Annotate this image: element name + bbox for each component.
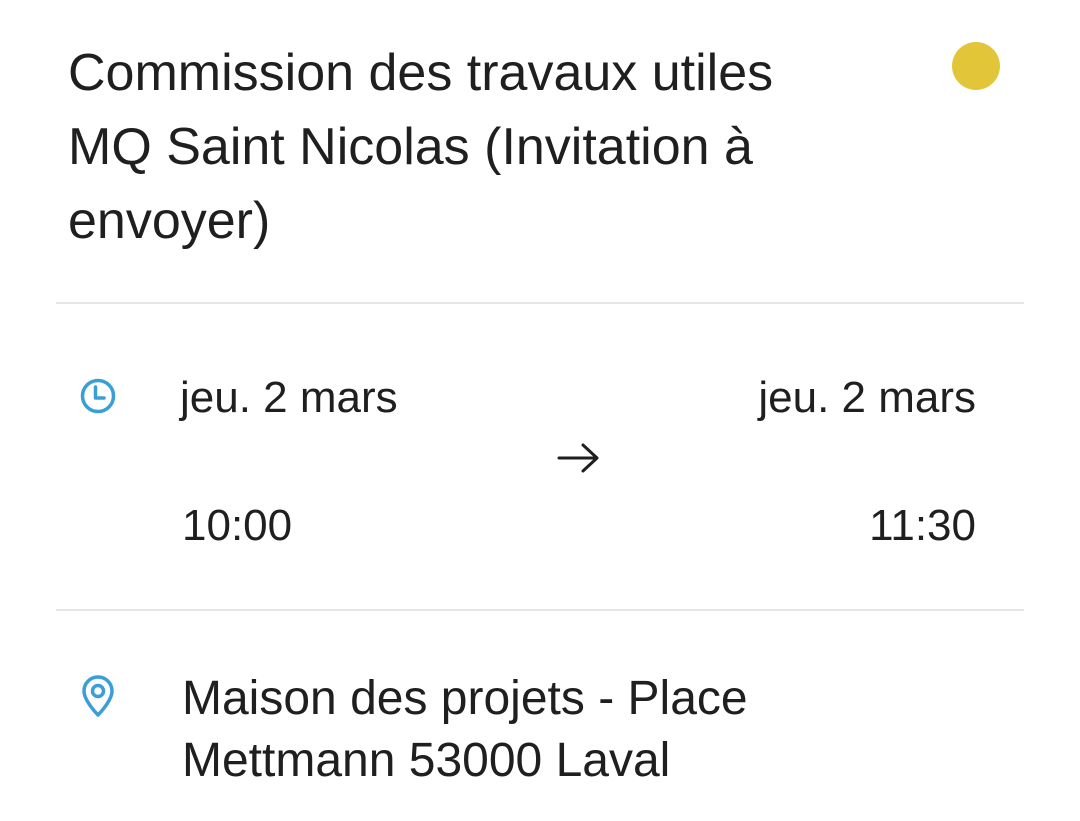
divider xyxy=(56,609,1024,611)
end-time[interactable]: 11:30 xyxy=(869,500,976,552)
clock-icon xyxy=(78,376,118,416)
location-address[interactable]: Maison des projets - Place Mettmann 5300… xyxy=(182,668,942,792)
start-time[interactable]: 10:00 xyxy=(182,500,292,552)
event-color-dot xyxy=(952,42,1000,90)
event-title: Commission des travaux utiles MQ Saint N… xyxy=(68,44,774,250)
arrow-right-icon xyxy=(556,440,602,476)
event-details: Commission des travaux utiles MQ Saint N… xyxy=(0,0,1080,821)
divider xyxy=(56,302,1024,304)
location-pin-icon xyxy=(78,674,118,717)
start-date[interactable]: jeu. 2 mars xyxy=(180,372,398,424)
end-date[interactable]: jeu. 2 mars xyxy=(758,372,976,424)
